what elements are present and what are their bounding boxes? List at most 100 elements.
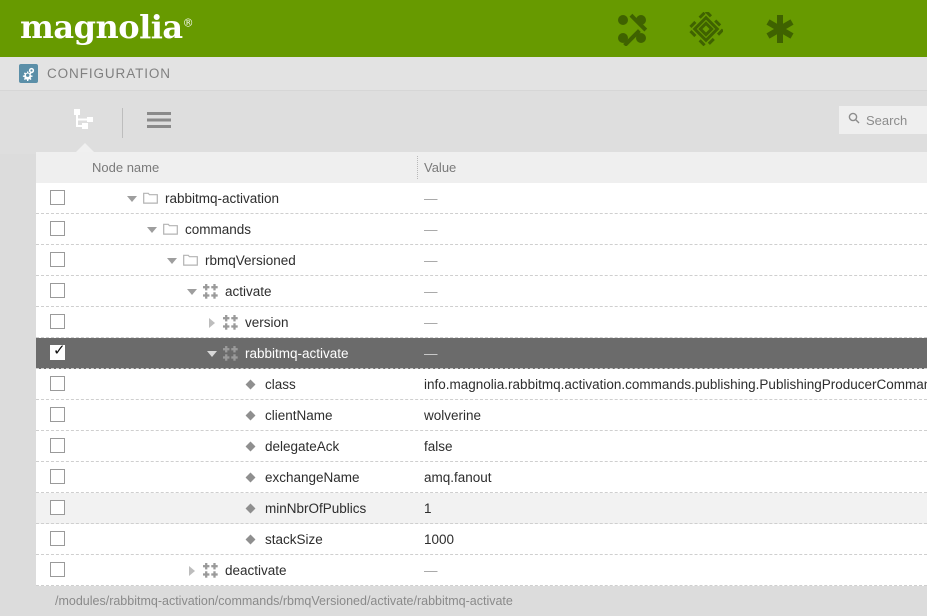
node-value-cell: — <box>424 221 438 237</box>
row-checkbox[interactable]: ✓ <box>50 376 65 391</box>
row-checkbox[interactable]: ✓ <box>50 341 66 360</box>
row-checkbox[interactable]: ✓ <box>50 531 65 546</box>
node-name-label: deactivate <box>225 562 287 578</box>
property-icon <box>243 532 258 547</box>
row-checkbox[interactable]: ✓ <box>50 283 65 298</box>
node-value-cell: — <box>424 252 438 268</box>
magnolia-logo[interactable]: magnolia® <box>20 7 194 46</box>
registered-mark: ® <box>182 15 194 29</box>
table-header-row: Node name Value <box>36 152 927 183</box>
node-name-cell: class <box>226 369 296 400</box>
list-view-icon <box>147 111 171 134</box>
table-row[interactable]: ✓ rbmqVersioned — <box>36 245 927 276</box>
gears-icon <box>19 64 38 83</box>
node-name-cell: deactivate <box>186 555 287 586</box>
top-header-bar: magnolia® <box>0 0 927 57</box>
page-title: CONFIGURATION <box>47 66 171 81</box>
row-checkbox[interactable]: ✓ <box>50 562 65 577</box>
node-name-label: version <box>245 314 289 330</box>
property-icon <box>243 470 258 485</box>
tree-view-icon <box>73 108 99 137</box>
node-name-cell: stackSize <box>226 524 323 555</box>
chevron-right-icon[interactable] <box>186 564 199 577</box>
row-checkbox[interactable]: ✓ <box>50 314 65 329</box>
search-icon <box>848 111 860 129</box>
list-view-button[interactable] <box>137 101 181 145</box>
status-bar: /modules/rabbitmq-activation/commands/rb… <box>0 586 927 616</box>
node-name-label: rabbitmq-activate <box>245 345 349 361</box>
content-node-icon <box>203 562 218 578</box>
table-body: ✓ rabbitmq-activation — ✓ commands — ✓ rbmqVers… <box>36 183 927 586</box>
node-name-cell: activate <box>186 276 272 307</box>
table-row[interactable]: ✓ activate — <box>36 276 927 307</box>
table-row[interactable]: ✓ rabbitmq-activation — <box>36 183 927 214</box>
table-row[interactable]: ✓ exchangeName amq.fanout <box>36 462 927 493</box>
row-checkbox[interactable]: ✓ <box>50 500 65 515</box>
node-name-label: clientName <box>265 407 333 423</box>
checkmark-icon: ✓ <box>53 341 66 359</box>
column-header-node-name[interactable]: Node name <box>92 160 159 175</box>
property-icon <box>243 501 258 516</box>
node-value-cell: — <box>424 314 438 330</box>
node-name-cell: exchangeName <box>226 462 360 493</box>
property-icon <box>243 408 258 423</box>
column-header-value[interactable]: Value <box>424 160 456 175</box>
node-value-cell: — <box>424 190 438 206</box>
asterisk-icon[interactable] <box>763 12 797 46</box>
row-checkbox[interactable]: ✓ <box>50 469 65 484</box>
node-name-label: commands <box>185 221 252 237</box>
node-value-cell: — <box>424 283 438 299</box>
chevron-down-icon[interactable] <box>146 223 159 236</box>
table-row[interactable]: ✓ class info.magnolia.rabbitmq.activation.… <box>36 369 927 400</box>
diamond-pattern-icon[interactable] <box>689 11 723 46</box>
row-checkbox[interactable]: ✓ <box>50 407 65 422</box>
node-graph-icon[interactable] <box>615 12 649 46</box>
status-path: /modules/rabbitmq-activation/commands/rb… <box>55 594 513 608</box>
logo-text: magnolia <box>20 7 183 46</box>
node-name-label: rbmqVersioned <box>205 252 296 268</box>
node-name-cell: rabbitmq-activate <box>206 338 349 369</box>
toolbar-divider <box>122 107 123 138</box>
property-icon <box>243 439 258 454</box>
search-input[interactable] <box>866 112 922 128</box>
folder-icon <box>183 253 198 268</box>
node-value-cell: info.magnolia.rabbitmq.activation.comman… <box>424 376 927 392</box>
node-name-label: activate <box>225 283 272 299</box>
folder-icon <box>143 191 158 206</box>
table-row[interactable]: ✓ minNbrOfPublics 1 <box>36 493 927 524</box>
chevron-down-icon[interactable] <box>166 254 179 267</box>
property-icon <box>243 377 258 392</box>
chevron-down-icon[interactable] <box>186 285 199 298</box>
node-name-label: exchangeName <box>265 469 360 485</box>
table-row[interactable]: ✓ version — <box>36 307 927 338</box>
chevron-down-icon[interactable] <box>206 347 219 360</box>
node-value-cell: wolverine <box>424 407 482 423</box>
table-row[interactable]: ✓ clientName wolverine <box>36 400 927 431</box>
chevron-down-icon[interactable] <box>126 192 139 205</box>
chevron-right-icon[interactable] <box>206 316 219 329</box>
table-row[interactable]: ✓ deactivate — <box>36 555 927 586</box>
table-row[interactable]: ✓ stackSize 1000 <box>36 524 927 555</box>
row-checkbox[interactable]: ✓ <box>50 190 65 205</box>
node-name-cell: clientName <box>226 400 333 431</box>
search-box[interactable] <box>839 106 927 134</box>
tree-view-button[interactable] <box>64 101 108 145</box>
node-name-label: minNbrOfPublics <box>265 500 367 516</box>
row-checkbox[interactable]: ✓ <box>50 252 65 267</box>
node-value-cell: amq.fanout <box>424 469 492 485</box>
node-name-cell: commands <box>146 214 251 245</box>
app-breadcrumb-bar: CONFIGURATION <box>0 57 927 91</box>
node-value-cell: 1 <box>424 500 432 516</box>
table-row[interactable]: ✓ commands — <box>36 214 927 245</box>
node-value-cell: false <box>424 438 453 454</box>
table-row[interactable]: ✓ rabbitmq-activate — <box>36 338 927 369</box>
row-checkbox[interactable]: ✓ <box>50 438 65 453</box>
table-row[interactable]: ✓ delegateAck false <box>36 431 927 462</box>
node-name-label: delegateAck <box>265 438 340 454</box>
row-checkbox[interactable]: ✓ <box>50 221 65 236</box>
